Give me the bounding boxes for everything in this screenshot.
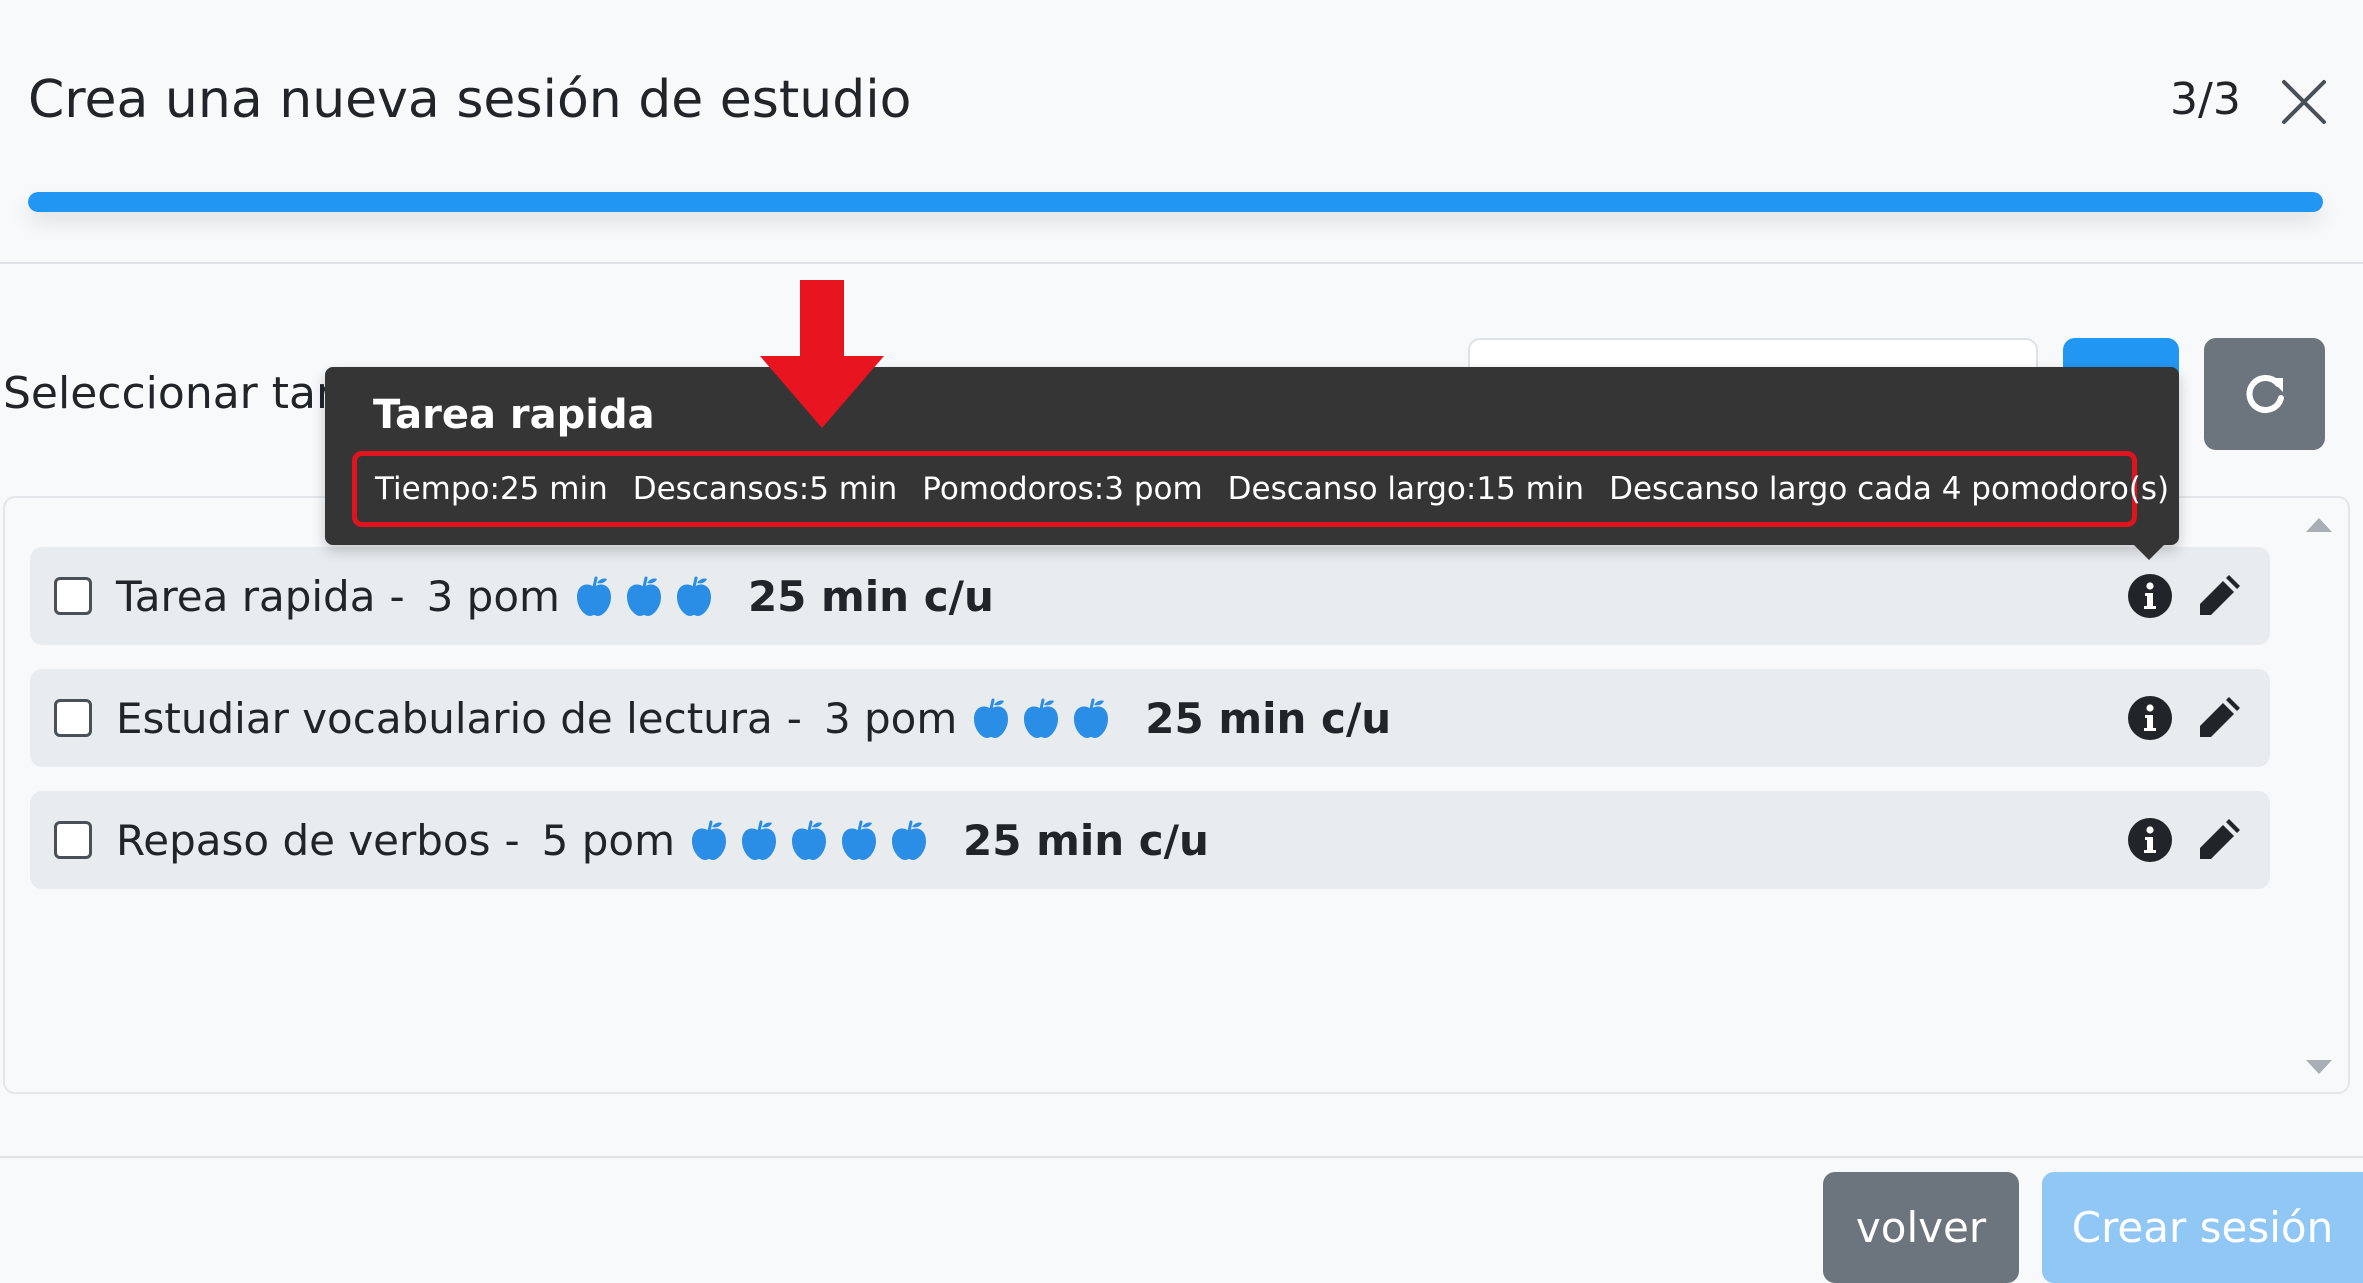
apple-icon — [792, 820, 827, 860]
apple-icon — [842, 820, 877, 860]
pomodoro-apples — [574, 575, 724, 617]
task-text: Estudiar vocabulario de lectura -3 pom 25… — [116, 669, 1391, 767]
red-down-arrow-annotation — [760, 280, 884, 428]
task-text: Repaso de verbos -5 pom 25 min c/u — [116, 791, 1209, 889]
task-name: Tarea rapida — [116, 571, 376, 621]
apple-icon — [742, 820, 777, 860]
modal-header: Crea una nueva sesión de estudio 3/3 — [0, 0, 2363, 264]
progress-fill — [28, 192, 2323, 212]
progress-bar — [28, 192, 2323, 212]
task-minutes: 25 min c/u — [1145, 693, 1392, 743]
task-name: Repaso de verbos — [116, 815, 491, 865]
task-minutes: 25 min c/u — [963, 815, 1209, 865]
apple-icon — [974, 698, 1009, 738]
tooltip-descansos: Descansos:5 min — [632, 471, 898, 507]
task-pomodoro-count: 3 pom — [426, 571, 560, 621]
step-indicator: 3/3 — [2170, 74, 2241, 125]
pomodoro-apples — [971, 697, 1121, 739]
apple-icon — [692, 820, 727, 860]
modal-title: Crea una nueva sesión de estudio — [28, 70, 912, 130]
task-row[interactable]: Tarea rapida -3 pom 25 min c/u — [30, 547, 2270, 645]
task-pomodoro-count: 5 pom — [541, 815, 676, 865]
pomodoro-apples — [689, 819, 939, 861]
task-minutes: 25 min c/u — [747, 571, 994, 621]
apple-icon — [892, 820, 927, 860]
tooltip-details-highlight: Tiempo:25 min Descansos:5 min Pomodoros:… — [352, 451, 2169, 527]
info-icon[interactable] — [2127, 573, 2173, 619]
apple-icon — [576, 576, 611, 616]
back-button[interactable]: volver — [1823, 1172, 2019, 1283]
tooltip-tiempo: Tiempo:25 min — [375, 471, 608, 507]
task-row[interactable]: Estudiar vocabulario de lectura -3 pom 25… — [30, 669, 2270, 767]
scroll-up-arrow[interactable] — [2306, 518, 2332, 532]
task-row[interactable]: Repaso de verbos -5 pom 25 min c/u — [30, 791, 2270, 889]
create-session-button[interactable]: Crear sesión — [2042, 1172, 2363, 1283]
task-separator: - — [504, 815, 520, 865]
scroll-down-arrow[interactable] — [2306, 1060, 2332, 1074]
pencil-icon[interactable] — [2196, 815, 2244, 863]
pencil-icon[interactable] — [2196, 571, 2244, 619]
apple-icon — [676, 576, 711, 616]
apple-icon — [1074, 698, 1109, 738]
refresh-icon — [2246, 374, 2284, 413]
tooltip-title: Tarea rapida — [373, 392, 655, 438]
tooltip-pomodoros: Pomodoros:3 pom — [922, 471, 1203, 507]
footer-divider — [0, 1156, 2363, 1158]
apple-icon — [1024, 698, 1059, 738]
task-pomodoro-count: 3 pom — [823, 693, 958, 743]
task-info-tooltip: Tarea rapida Tiempo:25 min Descansos:5 m… — [325, 367, 2179, 545]
apple-icon — [626, 576, 661, 616]
tooltip-descanso-largo: Descanso largo:15 min — [1227, 471, 1585, 507]
task-name: Estudiar vocabulario de lectura — [116, 693, 773, 743]
pencil-icon[interactable] — [2196, 693, 2244, 741]
info-icon[interactable] — [2127, 817, 2173, 863]
close-icon[interactable] — [2278, 76, 2330, 128]
tooltip-descanso-largo-cada: Descanso largo cada 4 pomodoro(s) — [1609, 471, 2170, 507]
task-checkbox[interactable] — [54, 699, 92, 737]
task-separator: - — [389, 571, 405, 621]
task-checkbox[interactable] — [54, 577, 92, 615]
tooltip-pointer — [2134, 545, 2164, 560]
task-separator: - — [786, 693, 802, 743]
info-icon[interactable] — [2127, 695, 2173, 741]
task-checkbox[interactable] — [54, 821, 92, 859]
refresh-button[interactable] — [2204, 338, 2325, 450]
task-text: Tarea rapida -3 pom 25 min c/u — [116, 547, 994, 645]
